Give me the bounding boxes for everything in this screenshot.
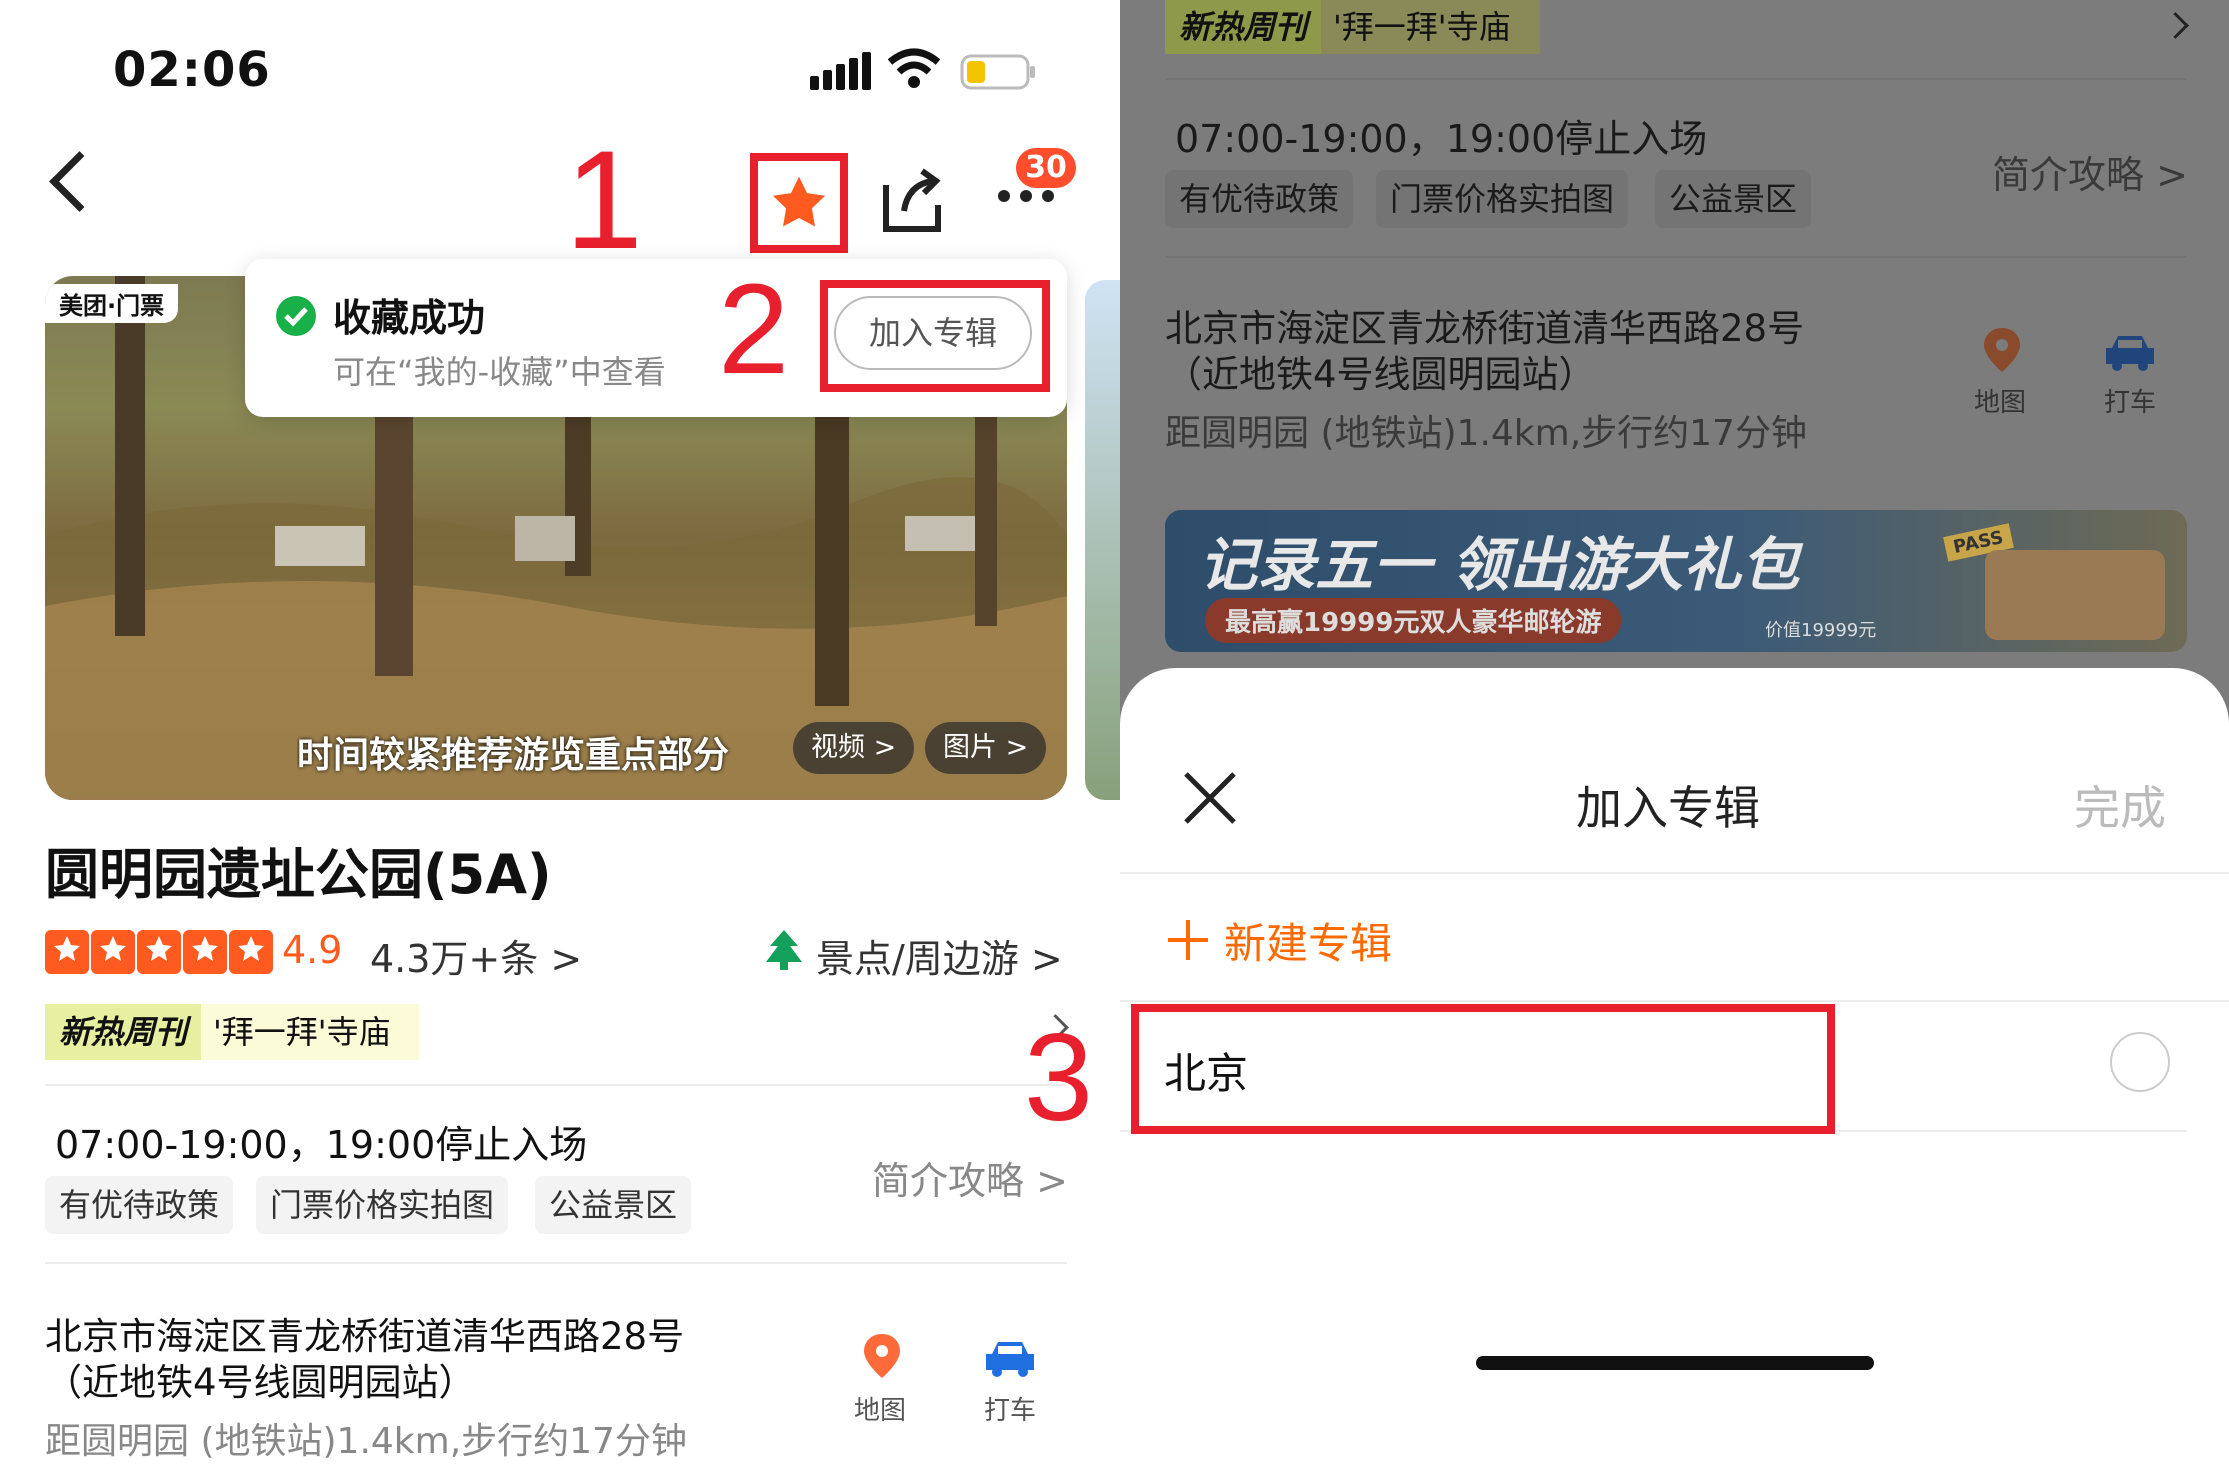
home-indicator <box>1476 1356 1874 1370</box>
distance-info: 距圆明园 (地铁站)1.4km,步行约17分钟 <box>1165 413 1807 454</box>
chip-discount-policy: 有优待政策 <box>1165 170 1354 228</box>
status-time: 02:06 <box>113 42 271 98</box>
ad-title: 记录五一 领出游大礼包 <box>1199 531 1800 599</box>
add-to-album-button[interactable]: 加入专辑 <box>834 296 1032 370</box>
attraction-detail-screen: 02:06 1 30 美团·门票 时间较紧推荐游览重点部分 视频 > 图片 > … <box>0 0 1120 1483</box>
ad-banner: 记录五一 领出游大礼包 最高赢19999元双人豪华邮轮游 价值19999元 PA… <box>1165 510 2187 652</box>
plus-icon <box>1168 920 1208 960</box>
battery-icon <box>960 54 1038 90</box>
chip-discount-policy[interactable]: 有优待政策 <box>45 1176 234 1234</box>
rating-score: 4.9 <box>282 928 343 972</box>
address-line2: （近地铁4号线圆明园站） <box>45 1361 476 1404</box>
annotation-1: 1 <box>565 121 643 278</box>
back-icon[interactable] <box>49 151 110 212</box>
promo-banner-dim: 新热周刊 '拜一拜'寺庙 <box>1165 0 1540 54</box>
annotation-3: 3 <box>1024 1009 1093 1147</box>
video-caption: 时间较紧推荐游览重点部分 <box>297 735 730 776</box>
attraction-title: 圆明园遗址公园(5A) <box>45 843 552 906</box>
divider <box>1165 78 2187 80</box>
message-badge: 30 <box>1016 148 1076 188</box>
rating-stars <box>45 930 273 978</box>
map-pin-icon <box>1982 326 2022 374</box>
promo-banner[interactable]: 新热周刊 '拜一拜'寺庙 <box>45 1004 419 1060</box>
done-button[interactable]: 完成 <box>2074 772 2166 838</box>
toast-title: 收藏成功 <box>333 296 486 340</box>
ad-gift-image <box>1985 550 2165 640</box>
chip-public-welfare: 公益景区 <box>1655 170 1812 228</box>
category-link[interactable]: 景点/周边游 > <box>816 928 1063 983</box>
opening-hours: 07:00-19:00，19:00停止入场 <box>55 1123 588 1167</box>
guide-link: 简介攻略 > <box>1992 153 2188 197</box>
ad-value: 价值19999元 <box>1765 620 1877 641</box>
more-icon[interactable] <box>996 188 1058 204</box>
brand-tag: 美团·门票 <box>45 284 179 323</box>
guide-link[interactable]: 简介攻略 > <box>872 1150 1068 1205</box>
share-icon[interactable] <box>880 165 944 235</box>
promo-text: '拜一拜'寺庙 <box>1333 8 1511 46</box>
divider <box>1165 256 2187 258</box>
close-icon[interactable] <box>1180 768 1240 828</box>
address-line2: （近地铁4号线圆明园站） <box>1165 353 1596 396</box>
divider <box>45 1084 1067 1086</box>
divider <box>1120 872 2229 874</box>
wifi-icon <box>887 48 941 90</box>
favorite-button[interactable] <box>750 153 848 253</box>
review-count-link[interactable]: 4.3万+条 > <box>370 928 582 983</box>
promo-chevron-icon <box>2162 12 2189 39</box>
map-label: 地图 <box>1974 388 2027 418</box>
video-button[interactable]: 视频 > <box>793 722 915 774</box>
map-pin-icon[interactable] <box>862 1332 902 1380</box>
star-icon <box>772 176 826 227</box>
check-icon <box>275 295 317 337</box>
annotation-box-3 <box>1131 1004 1835 1134</box>
toast-subtitle: 可在“我的-收藏”中查看 <box>333 353 666 391</box>
signal-icon <box>810 52 872 90</box>
new-album-label: 新建专辑 <box>1224 918 1393 968</box>
add-to-album-screen: 新热周刊 '拜一拜'寺庙 07:00-19:00，19:00停止入场 有优待政策… <box>1120 0 2229 1483</box>
chip-public-welfare[interactable]: 公益景区 <box>535 1176 692 1234</box>
taxi-label[interactable]: 打车 <box>984 1390 1036 1427</box>
taxi-icon[interactable] <box>984 1338 1036 1378</box>
distance-info: 距圆明园 (地铁站)1.4km,步行约17分钟 <box>45 1421 687 1462</box>
divider <box>45 1262 1067 1264</box>
sheet-title: 加入专辑 <box>1576 781 1760 835</box>
album-radio[interactable] <box>2110 1032 2170 1092</box>
chip-ticket-photos[interactable]: 门票价格实拍图 <box>256 1176 509 1234</box>
promo-tag: 新热周刊 <box>45 1004 202 1060</box>
annotation-2: 2 <box>718 258 790 401</box>
next-image-preview[interactable] <box>1085 280 1120 800</box>
taxi-icon <box>2104 332 2156 372</box>
opening-hours: 07:00-19:00，19:00停止入场 <box>1175 117 1708 161</box>
photo-button[interactable]: 图片 > <box>925 722 1047 774</box>
promo-tag: 新热周刊 <box>1165 0 1322 54</box>
new-album-button[interactable]: 新建专辑 <box>1166 910 1392 970</box>
ad-subtitle: 最高赢19999元双人豪华邮轮游 <box>1205 598 1622 643</box>
category-icon <box>762 928 806 972</box>
chip-ticket-photos: 门票价格实拍图 <box>1376 170 1629 228</box>
promo-text: '拜一拜'寺庙 <box>213 1013 391 1051</box>
taxi-label: 打车 <box>2104 388 2157 418</box>
map-label[interactable]: 地图 <box>854 1390 906 1427</box>
